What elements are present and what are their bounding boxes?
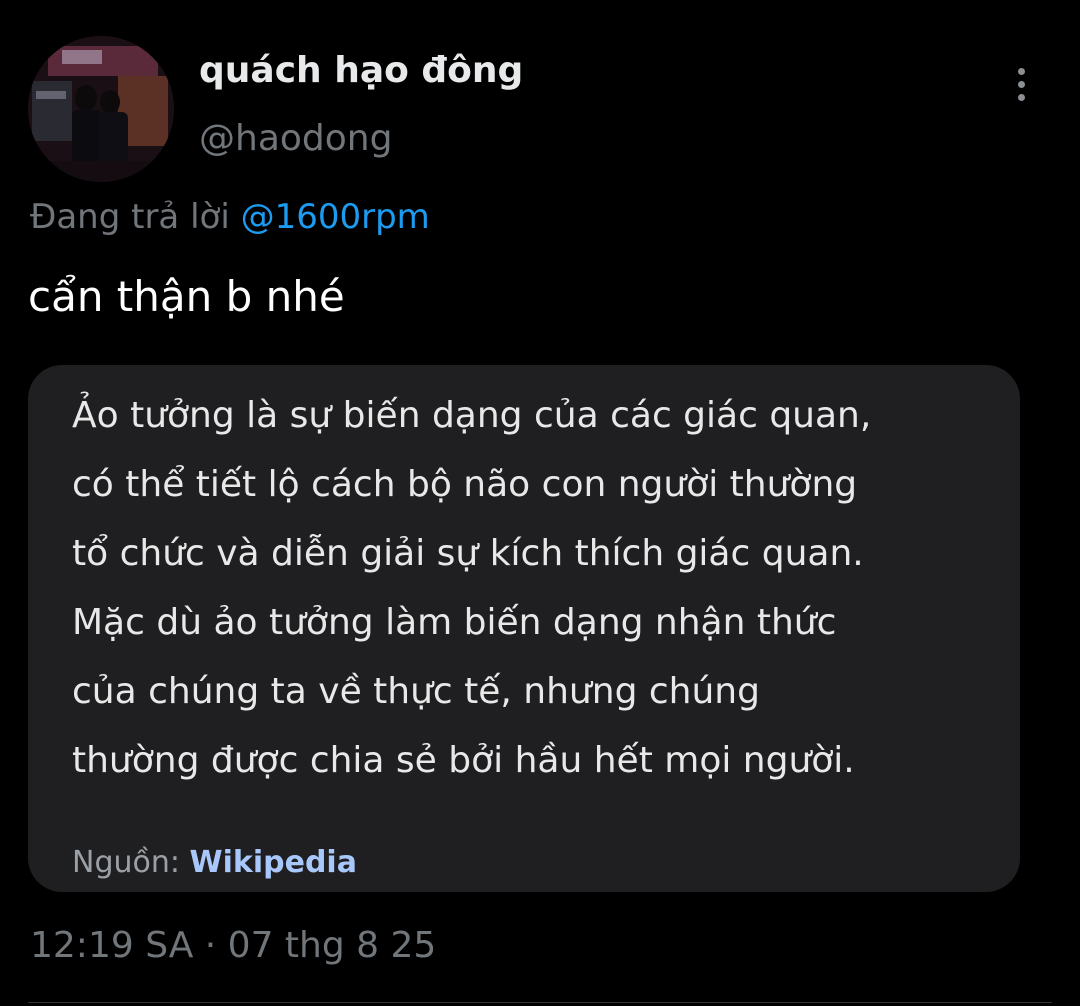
display-name[interactable]: quách hạo đông xyxy=(199,50,523,91)
source-label: Nguồn: xyxy=(72,845,180,880)
mention-link[interactable]: @1600rpm xyxy=(241,197,430,237)
quote-line: của chúng ta về thực tế, nhưng chúng xyxy=(72,671,760,712)
quote-line: Ảo tưởng là sự biến dạng của các giác qu… xyxy=(72,395,872,436)
more-options-button[interactable] xyxy=(1000,60,1042,108)
tweet: quách hạo đông @haodong Đang trả lời @16… xyxy=(0,0,1080,1006)
quote-source: Nguồn: Wikipedia xyxy=(72,845,357,880)
more-vertical-icon-dot xyxy=(1017,80,1025,88)
handle[interactable]: @haodong xyxy=(199,118,392,159)
timestamp[interactable]: 12:19 SA · 07 thg 8 25 xyxy=(30,925,436,966)
quote-line: có thể tiết lộ cách bộ não con người thư… xyxy=(72,464,858,505)
avatar[interactable] xyxy=(28,36,174,182)
divider xyxy=(28,1002,1052,1003)
avatar-image xyxy=(28,36,174,182)
quote-line: Mặc dù ảo tưởng làm biến dạng nhận thức xyxy=(72,602,837,643)
more-vertical-icon xyxy=(1017,67,1025,75)
source-link[interactable]: Wikipedia xyxy=(190,845,357,880)
tweet-text: cẩn thận b nhé xyxy=(28,272,345,321)
quote-line: tổ chức và diễn giải sự kích thích giác … xyxy=(72,533,864,574)
more-vertical-icon-dot xyxy=(1017,93,1025,101)
replying-to-label: Đang trả lời xyxy=(30,197,230,237)
quote-line: thường được chia sẻ bởi hầu hết mọi ngườ… xyxy=(72,740,855,781)
replying-to: Đang trả lời @1600rpm xyxy=(30,197,430,237)
quote-card: Ảo tưởng là sự biến dạng của các giác qu… xyxy=(28,365,1020,892)
